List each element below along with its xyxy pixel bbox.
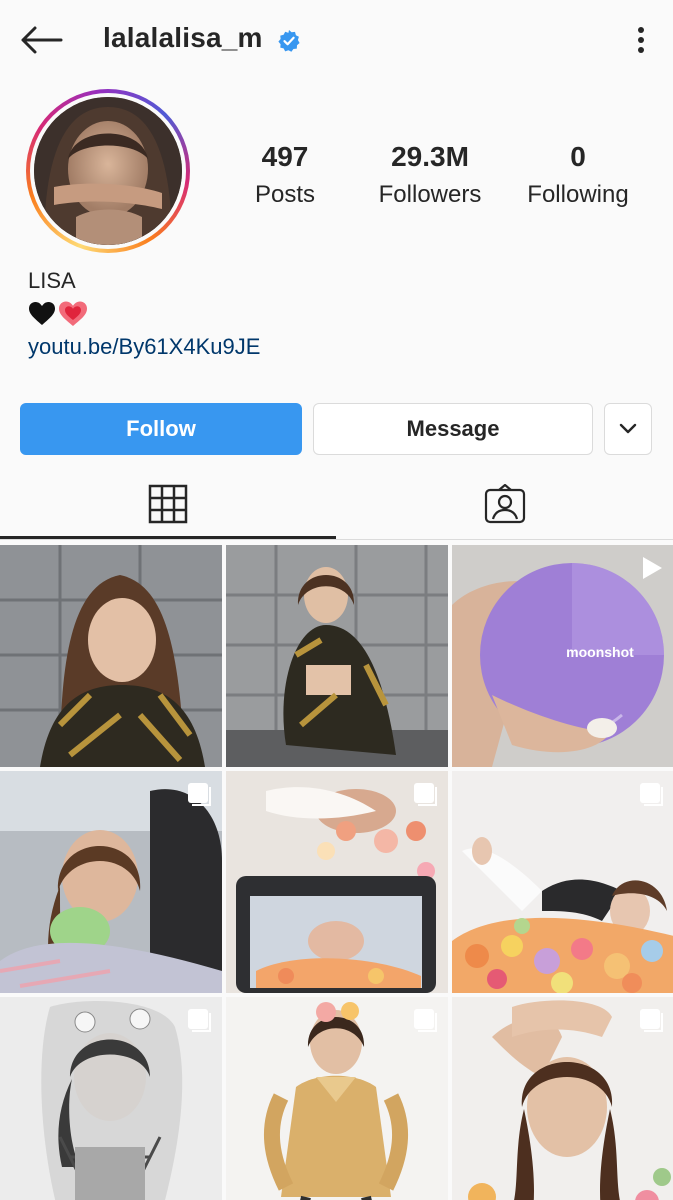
grid-icon xyxy=(148,484,188,524)
black-heart-icon xyxy=(29,302,55,325)
multiple-photos-icon xyxy=(640,1009,663,1032)
profile-tabs xyxy=(0,466,673,542)
multiple-photos-icon xyxy=(640,783,663,806)
multiple-photos-icon xyxy=(414,783,437,806)
post-thumbnail[interactable] xyxy=(452,771,673,993)
followers-count-label: Followers xyxy=(378,181,482,208)
multiple-photos-icon xyxy=(414,1009,437,1032)
bio-emojis xyxy=(28,300,88,328)
following-count[interactable]: 0 Following xyxy=(520,140,636,212)
tagged-person-icon xyxy=(484,484,526,524)
chevron-down-icon xyxy=(619,423,637,434)
profile-username: lalalalisa_m xyxy=(103,22,263,53)
post-thumbnail[interactable] xyxy=(452,997,673,1200)
post-thumbnail[interactable] xyxy=(0,997,222,1200)
posts-count-value: 497 xyxy=(261,141,309,172)
bio-link[interactable]: youtu.be/By61X4Ku9JE xyxy=(28,334,260,360)
top-bar: lalalalisa_m xyxy=(0,0,673,82)
avatar-photo xyxy=(34,97,182,245)
tab-tagged[interactable] xyxy=(337,466,673,542)
beating-heart-icon xyxy=(59,301,87,326)
post-brand-text: moonshot xyxy=(566,644,634,660)
multiple-photos-icon xyxy=(188,1009,211,1032)
post-thumbnail[interactable] xyxy=(0,545,222,767)
vertical-dots-icon xyxy=(638,27,644,53)
posts-count[interactable]: 497 Posts xyxy=(240,140,330,212)
back-arrow-icon xyxy=(21,26,63,54)
posts-count-label: Posts xyxy=(254,181,316,208)
post-thumbnail[interactable] xyxy=(226,545,448,767)
back-button[interactable] xyxy=(16,22,66,58)
suggested-dropdown-button[interactable] xyxy=(604,403,652,455)
follow-button[interactable]: Follow xyxy=(20,403,302,455)
post-thumbnail[interactable]: moonshot xyxy=(452,545,673,767)
profile-display-name: LISA xyxy=(28,268,76,293)
following-count-label: Following xyxy=(527,181,629,208)
tab-posts-grid[interactable] xyxy=(0,466,336,542)
message-button[interactable]: Message xyxy=(313,403,593,455)
profile-avatar[interactable] xyxy=(26,89,190,253)
multiple-photos-icon xyxy=(188,783,211,806)
post-thumbnail[interactable] xyxy=(226,771,448,993)
followers-count[interactable]: 29.3M Followers xyxy=(372,140,488,212)
tabs-divider xyxy=(0,539,673,540)
following-count-value: 0 xyxy=(570,141,586,172)
more-options-button[interactable] xyxy=(624,22,658,58)
post-thumbnail[interactable] xyxy=(226,997,448,1200)
followers-count-value: 29.3M xyxy=(391,141,469,172)
post-thumbnail[interactable] xyxy=(0,771,222,993)
video-badge-icon xyxy=(643,557,662,579)
verified-badge-icon xyxy=(278,30,300,52)
